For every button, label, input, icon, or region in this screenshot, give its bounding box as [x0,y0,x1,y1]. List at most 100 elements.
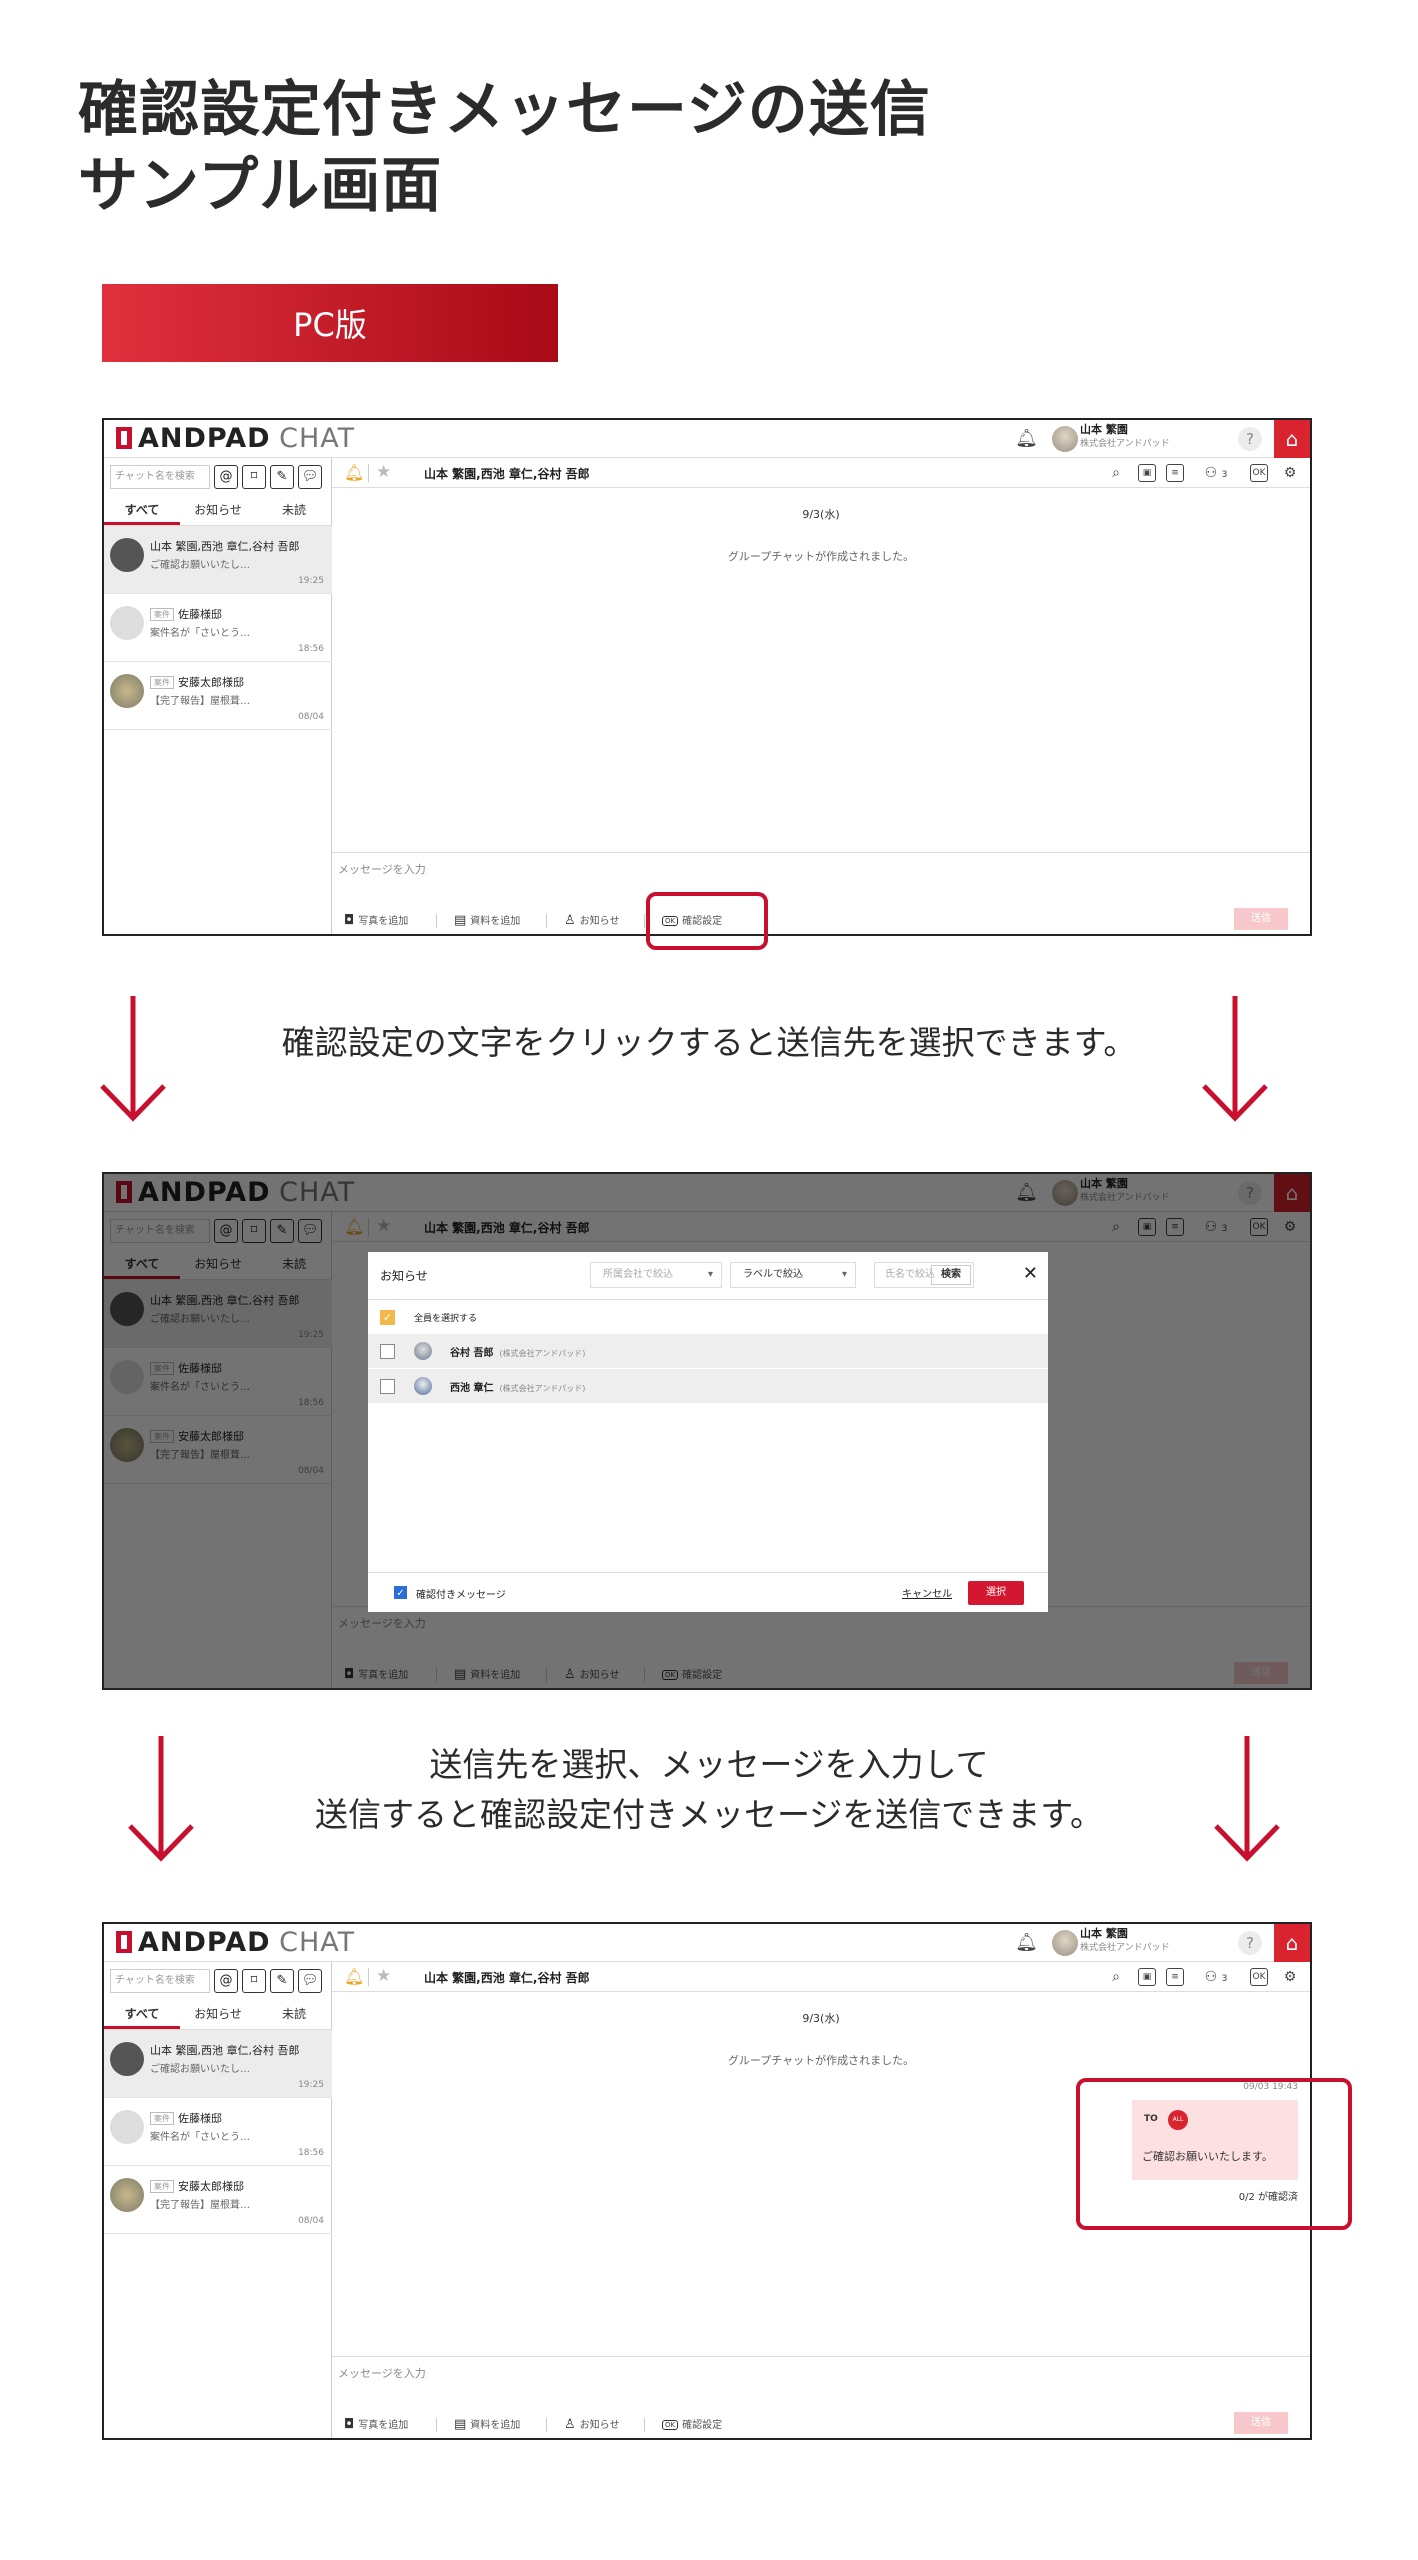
label-filter-select[interactable]: ラベルで絞込 [730,1262,856,1288]
name-filter-input[interactable]: 氏名で絞込 検索 [874,1262,974,1288]
mention-icon[interactable]: @ [214,465,238,489]
mention-icon[interactable]: @ [214,1969,238,1993]
member-row[interactable]: 谷村 吾郎 (株式会社アンドパッド) [368,1334,1048,1368]
help-icon[interactable]: ? [1238,1931,1262,1955]
document-icon[interactable]: ≡ [1166,1968,1184,1986]
select-all-checkbox[interactable]: ✓ [380,1310,395,1325]
user-info[interactable]: 山本 繁園 株式会社アンドパッド [1080,1927,1182,1955]
house-avatar-icon [110,674,144,708]
screen-1-chat: ANDPAD CHAT 🔔︎ 山本 繁園 株式会社アンドパッド ? ⌂ チャット… [102,418,1312,936]
confirm-message-checkbox[interactable]: ✓ [394,1586,407,1599]
sent-message-highlight [1076,2078,1352,2230]
star-icon[interactable]: ★ [376,462,391,482]
add-photo-button[interactable]: ◘写真を追加 [344,912,408,928]
send-button[interactable]: 送信 [1234,908,1288,930]
settings-gear-icon[interactable]: ⚙ [1280,1967,1300,1987]
chat-bubble-icon[interactable]: 💬︎ [298,465,322,489]
composer-toolbar: ◘ 写真を追加 ▤ 資料を追加 ♙ お知らせ OK 確認設定 送信 [332,904,1310,934]
company-filter-select[interactable]: 所属会社で絞込 [590,1262,722,1288]
user-avatar[interactable] [1052,426,1078,452]
document-icon: ▤ [454,2417,467,2432]
bookmark-icon[interactable]: ⌑ [242,465,266,489]
select-button[interactable]: 選択 [968,1581,1024,1605]
room-item[interactable]: 案件佐藤様邸 案件名が「さいとう… 18:56 [104,2098,332,2166]
system-message: グループチャットが作成されました。 [727,2054,915,2067]
tab-unread[interactable]: 未読 [256,2000,332,2029]
room-item[interactable]: 山本 繁園,西池 章仁,谷村 吾郎 ご確認お願いいたし… 19:25 [104,2030,332,2098]
confirm-setting-button[interactable]: OK確認設定 [662,2416,722,2431]
cancel-button[interactable]: キャンセル [902,1585,952,1600]
page-title-line1: 確認設定付きメッセージの送信 [78,75,931,145]
bell-icon[interactable]: 🔔︎ [1015,1932,1038,1953]
member-avatar [414,1342,432,1360]
ok-icon: OK [662,2420,679,2430]
chat-sidebar: チャット名を検索 @ ⌑ ✎ 💬︎ すべて お知らせ 未読 山本 繁園,西池 章… [104,1962,332,2438]
notification-bell-icon[interactable]: 🔔︎ [344,1967,364,1986]
send-button[interactable]: 送信 [1234,2412,1288,2434]
chat-sidebar: チャット名を検索 @ ⌑ ✎ 💬︎ すべて お知らせ 未読 山本 繁園,西池 章… [104,458,332,934]
pc-version-badge: PC版 [102,284,558,362]
room-item[interactable]: 案件安藤太郎様邸 【完了報告】屋根葺… 08/04 [104,662,332,730]
search-button[interactable]: 検索 [931,1265,971,1285]
notice-button[interactable]: ♙お知らせ [564,2416,619,2432]
close-icon[interactable]: ✕ [1023,1263,1038,1284]
tab-all[interactable]: すべて [104,2000,180,2029]
screen-2-recipient-modal: ANDPAD CHAT 🔔︎ 山本 繁園 株式会社アンドパッド ? ⌂ チャット… [102,1172,1312,1690]
message-input[interactable]: メッセージを入力 [338,2365,426,2381]
chat-title: 山本 繁園,西池 章仁,谷村 吾郎 [424,1971,590,1985]
members-icon[interactable]: ⚇ 3 [1196,463,1236,483]
andpad-logo-icon [116,427,132,449]
chat-bubble-icon[interactable]: 💬︎ [298,1969,322,1993]
bell-icon[interactable]: 🔔︎ [1015,428,1038,449]
ok-icon[interactable]: OK [1250,1968,1268,1986]
recipient-modal: お知らせ 所属会社で絞込 ラベルで絞込 氏名で絞込検索 ✕ ✓ 全員を選択する … [368,1252,1048,1612]
notification-bell-icon[interactable]: 🔔︎ [344,463,364,482]
document-icon[interactable]: ≡ [1166,464,1184,482]
home-icon[interactable]: ⌂ [1274,1924,1310,1962]
modal-header: お知らせ 所属会社で絞込 ラベルで絞込 氏名で絞込検索 ✕ [368,1252,1048,1300]
person-icon: ♙ [564,913,576,928]
tab-notice[interactable]: お知らせ [180,2000,256,2029]
search-icon[interactable]: ⌕ [1106,463,1126,483]
message-input[interactable]: メッセージを入力 [338,861,426,877]
image-icon[interactable]: ▣ [1138,464,1156,482]
ok-icon[interactable]: OK [1250,464,1268,482]
chat-search-input[interactable]: チャット名を検索 [110,465,210,489]
document-icon: ▤ [454,913,467,928]
search-icon[interactable]: ⌕ [1106,1967,1126,1987]
camera-icon: ◘ [344,2417,355,2432]
person-icon: ♙ [564,2417,576,2432]
image-icon[interactable]: ▣ [1138,1968,1156,1986]
add-document-button[interactable]: ▤資料を追加 [454,2416,520,2432]
notice-button[interactable]: ♙お知らせ [564,912,619,928]
modal-footer: ✓ 確認付きメッセージ キャンセル 選択 [368,1572,1048,1612]
settings-gear-icon[interactable]: ⚙ [1280,463,1300,483]
date-divider: 9/3(水) [802,2012,840,2025]
chat-header: 🔔︎ ★ 山本 繁園,西池 章仁,谷村 吾郎 ⌕ ▣ ≡ ⚇ 3 OK ⚙ [332,1962,1310,1992]
add-photo-button[interactable]: ◘写真を追加 [344,2416,408,2432]
tab-unread[interactable]: 未読 [256,496,332,525]
room-item[interactable]: 案件安藤太郎様邸 【完了報告】屋根葺… 08/04 [104,2166,332,2234]
help-icon[interactable]: ? [1238,427,1262,451]
member-checkbox[interactable] [380,1379,395,1394]
room-item[interactable]: 山本 繁園,西池 章仁,谷村 吾郎 ご確認お願いいたし… 19:25 [104,526,332,594]
date-divider: 9/3(水) [802,508,840,521]
user-info[interactable]: 山本 繁園 株式会社アンドパッド [1080,423,1182,451]
member-checkbox[interactable] [380,1344,395,1359]
confirm-message-label: 確認付きメッセージ [416,1590,506,1601]
user-avatar[interactable] [1052,1930,1078,1956]
add-document-button[interactable]: ▤資料を追加 [454,912,520,928]
member-avatar [414,1377,432,1395]
edit-icon[interactable]: ✎ [270,465,294,489]
chat-search-input[interactable]: チャット名を検索 [110,1969,210,1993]
home-icon[interactable]: ⌂ [1274,420,1310,458]
select-all-row[interactable]: ✓ 全員を選択する [368,1300,1048,1334]
member-row[interactable]: 西池 章仁 (株式会社アンドパッド) [368,1369,1048,1403]
tab-all[interactable]: すべて [104,496,180,525]
star-icon[interactable]: ★ [376,1966,391,1986]
bookmark-icon[interactable]: ⌑ [242,1969,266,1993]
tab-notice[interactable]: お知らせ [180,496,256,525]
edit-icon[interactable]: ✎ [270,1969,294,1993]
room-item[interactable]: 案件佐藤様邸 案件名が「さいとう… 18:56 [104,594,332,662]
members-icon[interactable]: ⚇ 3 [1196,1967,1236,1987]
